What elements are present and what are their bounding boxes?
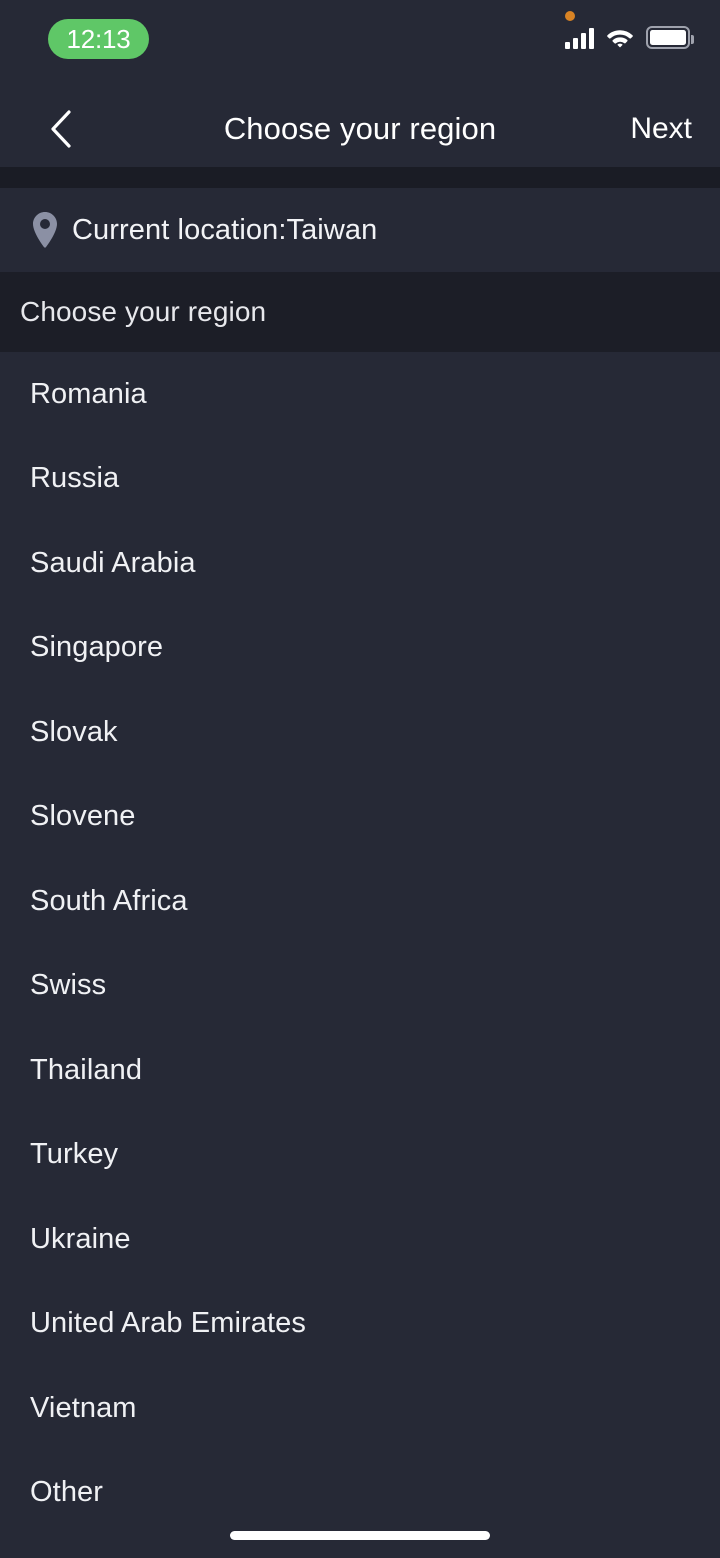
list-item[interactable]: United Arab Emirates xyxy=(0,1282,720,1367)
region-name: South Africa xyxy=(30,884,188,917)
list-item[interactable]: Singapore xyxy=(0,606,720,691)
list-item[interactable]: Thailand xyxy=(0,1028,720,1113)
status-bar-icons xyxy=(565,26,694,49)
region-name: Saudi Arabia xyxy=(30,546,196,579)
navigation-bar: Choose your region Next xyxy=(0,90,720,167)
list-item[interactable]: Vietnam xyxy=(0,1366,720,1451)
list-item[interactable]: Russia xyxy=(0,437,720,522)
location-pin-icon xyxy=(33,212,57,248)
region-name: Ukraine xyxy=(30,1222,131,1255)
phone-screen: 12:13 Choose your region Next Current lo… xyxy=(0,0,720,1558)
status-bar-time: 12:13 xyxy=(66,24,131,54)
region-section-header: Choose your region xyxy=(0,272,720,352)
battery-full-icon xyxy=(646,26,694,49)
region-name: Singapore xyxy=(30,631,164,664)
region-name: Romania xyxy=(30,377,147,410)
list-item[interactable]: South Africa xyxy=(0,859,720,944)
time-indicator-pill[interactable]: 12:13 xyxy=(48,19,149,59)
section-divider xyxy=(0,167,720,188)
privacy-indicator-dot xyxy=(565,11,575,21)
list-item[interactable]: Saudi Arabia xyxy=(0,521,720,606)
list-item[interactable]: Romania xyxy=(0,352,720,437)
region-name: Turkey xyxy=(30,1138,119,1171)
region-name: Other xyxy=(30,1476,104,1509)
region-name: Slovene xyxy=(30,800,136,833)
list-item[interactable]: Slovak xyxy=(0,690,720,775)
region-name: Russia xyxy=(30,462,120,495)
region-name: Slovak xyxy=(30,715,118,748)
home-indicator-bar[interactable] xyxy=(230,1531,490,1540)
page-title: Choose your region xyxy=(223,110,497,146)
region-list[interactable]: Romania Russia Saudi Arabia Singapore Slovak… xyxy=(0,352,720,1558)
list-item[interactable]: Other xyxy=(0,1451,720,1536)
region-name: Thailand xyxy=(30,1053,143,1086)
region-name: Swiss xyxy=(30,969,107,1002)
wifi-icon xyxy=(607,29,633,47)
region-section-header-label: Choose your region xyxy=(20,296,267,327)
next-button[interactable]: Next xyxy=(630,90,692,167)
current-location-text: Current location:Taiwan xyxy=(72,213,378,246)
signal-bars-icon xyxy=(565,27,594,49)
region-name: United Arab Emirates xyxy=(30,1307,307,1340)
region-name: Vietnam xyxy=(30,1391,137,1424)
list-item[interactable]: Ukraine xyxy=(0,1197,720,1282)
list-item[interactable]: Swiss xyxy=(0,944,720,1029)
list-item[interactable]: Slovene xyxy=(0,775,720,860)
current-location-bar[interactable]: Current location:Taiwan xyxy=(0,188,720,272)
list-item[interactable]: Turkey xyxy=(0,1113,720,1198)
status-bar: 12:13 xyxy=(0,0,720,90)
